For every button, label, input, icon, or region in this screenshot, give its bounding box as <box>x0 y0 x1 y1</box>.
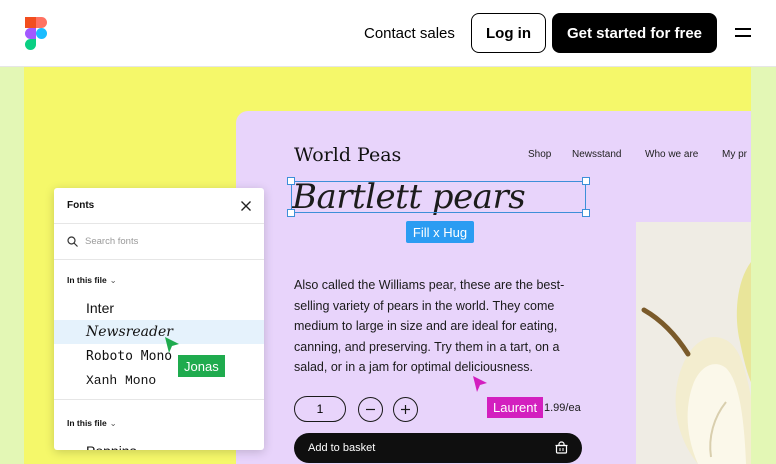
fonts-panel: Fonts In this file⌄ Inter Newsreader Rob… <box>54 188 264 450</box>
plus-icon <box>401 405 410 414</box>
divider <box>54 223 264 224</box>
font-item-poppins[interactable]: Poppins <box>54 439 264 450</box>
shop-nav-shop[interactable]: Shop <box>528 149 551 160</box>
divider <box>54 259 264 260</box>
in-this-file-section[interactable]: In this file ⌄ <box>67 275 117 286</box>
quantity-field[interactable]: 1 <box>294 396 346 422</box>
laurent-cursor-icon <box>473 376 487 392</box>
get-started-button[interactable]: Get started for free <box>552 13 717 53</box>
chevron-down-icon: ⌄ <box>109 418 117 428</box>
top-navigation: Contact sales Log in Get started for fre… <box>0 0 776 67</box>
plus-button[interactable] <box>393 397 418 422</box>
shop-brand: World Peas <box>294 144 402 166</box>
fill-hug-tag: Fill x Hug <box>406 221 474 243</box>
add-to-basket-label: Add to basket <box>308 442 376 454</box>
minus-icon <box>366 408 375 411</box>
resize-handle-top-right[interactable] <box>582 177 590 185</box>
selection-box <box>291 181 586 213</box>
jonas-cursor-icon <box>165 337 179 353</box>
figma-logo-icon[interactable] <box>25 17 47 50</box>
fonts-panel-title: Fonts <box>67 200 95 211</box>
resize-handle-bottom-right[interactable] <box>582 209 590 217</box>
search-fonts-input[interactable] <box>85 234 250 248</box>
section-label-2: In this file <box>67 418 107 428</box>
close-icon[interactable] <box>240 200 252 212</box>
jonas-cursor-tag: Jonas <box>178 355 225 377</box>
search-icon <box>67 236 78 247</box>
font-item-newsreader[interactable]: Newsreader <box>54 320 264 344</box>
shop-nav-newsstand[interactable]: Newsstand <box>572 149 621 160</box>
minus-button[interactable] <box>358 397 383 422</box>
font-item-xanh-mono[interactable]: Xanh Mono <box>54 368 264 392</box>
product-description: Also called the Williams pear, these are… <box>294 278 565 374</box>
hamburger-menu-icon[interactable] <box>735 28 751 38</box>
resize-handle-top-left[interactable] <box>287 177 295 185</box>
chevron-down-icon: ⌄ <box>109 275 117 285</box>
in-this-file-section-2[interactable]: In this file ⌄ <box>67 418 117 429</box>
divider <box>54 399 264 400</box>
shop-nav-my-profile[interactable]: My pr <box>722 149 747 160</box>
login-button[interactable]: Log in <box>471 13 546 53</box>
contact-sales-link[interactable]: Contact sales <box>364 24 455 44</box>
resize-handle-bottom-left[interactable] <box>287 209 295 217</box>
font-item-roboto-mono[interactable]: Roboto Mono <box>54 344 264 368</box>
basket-icon <box>555 441 568 454</box>
shop-nav-who-we-are[interactable]: Who we are <box>645 149 698 160</box>
section-label: In this file <box>67 275 107 285</box>
font-item-inter[interactable]: Inter <box>54 296 264 320</box>
laurent-cursor-tag: Laurent <box>487 397 544 418</box>
add-to-basket-button[interactable]: Add to basket <box>294 433 582 463</box>
pear-photo <box>636 222 751 464</box>
product-price: 1.99/ea <box>544 402 581 414</box>
